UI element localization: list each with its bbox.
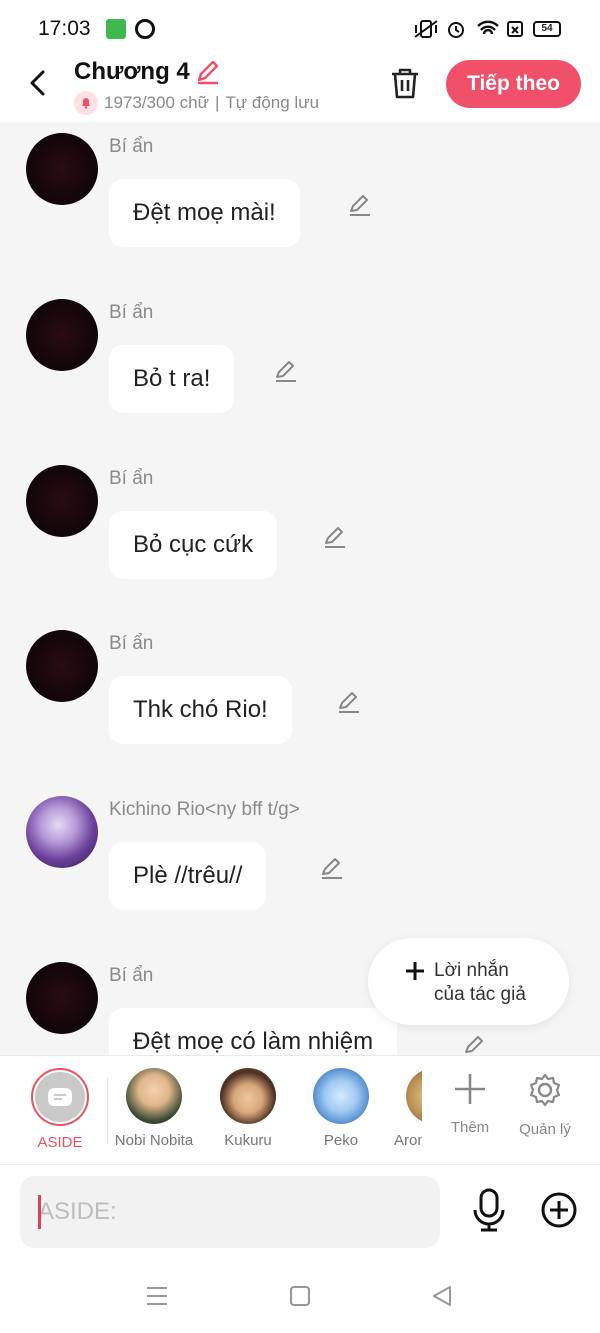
menu-icon[interactable] bbox=[146, 1285, 168, 1307]
edit-message-icon[interactable] bbox=[322, 524, 348, 550]
author-note-label-line2: của tác giả bbox=[434, 984, 526, 1005]
plus-icon bbox=[406, 962, 424, 980]
character-label: Peko bbox=[323, 1132, 359, 1149]
bell-icon bbox=[74, 91, 98, 115]
vibrate-icon bbox=[414, 20, 438, 38]
chat-area[interactable]: Bí ẩn Đệt moẹ mài! Bí ẩn Bỏ t ra! Bí ẩn … bbox=[0, 122, 600, 1055]
character-aron[interactable]: Aron bbox=[394, 1068, 422, 1149]
microphone-icon[interactable] bbox=[471, 1188, 507, 1232]
message-bubble[interactable]: Bỏ cục cứk bbox=[109, 511, 278, 579]
character-peko[interactable]: Peko bbox=[301, 1068, 381, 1149]
message-bubble[interactable]: Đệt moẹ mài! bbox=[109, 179, 300, 247]
divider bbox=[107, 1078, 108, 1144]
avatar bbox=[313, 1068, 369, 1124]
edit-message-icon[interactable] bbox=[336, 689, 362, 715]
character-label: Nobi Nobita bbox=[114, 1132, 194, 1149]
sender-name: Bí ẩn bbox=[109, 136, 154, 157]
author-note-label-line1: Lời nhắn bbox=[434, 960, 509, 981]
meta-separator: | bbox=[214, 93, 220, 112]
chapter-meta: 1973/300 chữ | Tự động lưu bbox=[74, 91, 319, 115]
battery-indicator: 54 bbox=[533, 21, 561, 37]
chat-bubble-icon bbox=[48, 1088, 72, 1106]
add-circle-icon[interactable] bbox=[540, 1191, 578, 1229]
composer-bar bbox=[0, 1165, 600, 1261]
character-nobita[interactable]: Nobi Nobita bbox=[112, 1068, 196, 1149]
edit-message-icon[interactable] bbox=[273, 358, 299, 384]
editor-header: Chương 4 1973/300 chữ | Tự động lưu Tiếp… bbox=[0, 58, 600, 122]
sender-name: Kichino Rio<ny bff t/g> bbox=[109, 799, 300, 820]
character-kukuru[interactable]: Kukuru bbox=[208, 1068, 288, 1149]
avatar[interactable] bbox=[26, 465, 98, 537]
sender-name: Bí ẩn bbox=[109, 965, 154, 986]
character-picker: ASIDE Nobi Nobita Kukuru Peko Aron Thêm … bbox=[0, 1055, 600, 1165]
add-character-button[interactable]: Thêm bbox=[440, 1072, 500, 1136]
character-aside[interactable]: ASIDE bbox=[20, 1068, 100, 1151]
aside-avatar bbox=[31, 1068, 89, 1126]
word-count: 1973/300 chữ bbox=[104, 93, 209, 112]
avatar[interactable] bbox=[26, 962, 98, 1034]
sender-name: Bí ẩn bbox=[109, 468, 154, 489]
gear-icon bbox=[529, 1073, 561, 1107]
back-triangle-icon[interactable] bbox=[431, 1285, 453, 1307]
avatar[interactable] bbox=[26, 630, 98, 702]
edit-title-icon[interactable] bbox=[194, 58, 222, 86]
manage-characters-button[interactable]: Quản lý bbox=[510, 1072, 580, 1138]
status-bar: 17:03 54 bbox=[0, 0, 600, 58]
next-button[interactable]: Tiếp theo bbox=[446, 60, 581, 108]
sender-name: Bí ẩn bbox=[109, 633, 154, 654]
avatar[interactable] bbox=[26, 796, 98, 868]
author-note-button[interactable]: Lời nhắn của tác giả bbox=[368, 938, 569, 1025]
autosave-status: Tự động lưu bbox=[225, 93, 320, 112]
edit-message-icon[interactable] bbox=[319, 855, 345, 881]
trash-icon[interactable] bbox=[389, 66, 421, 100]
avatar[interactable] bbox=[26, 299, 98, 371]
avatar bbox=[220, 1068, 276, 1124]
edit-message-icon[interactable] bbox=[347, 192, 373, 218]
app-notification-icon bbox=[106, 19, 126, 39]
home-square-icon[interactable] bbox=[289, 1285, 311, 1307]
system-nav-bar bbox=[0, 1261, 600, 1333]
character-label: Aron bbox=[394, 1132, 422, 1149]
chapter-title[interactable]: Chương 4 bbox=[74, 58, 190, 86]
sender-name: Bí ẩn bbox=[109, 302, 154, 323]
sim-icon bbox=[507, 21, 523, 37]
back-arrow-icon[interactable] bbox=[24, 68, 54, 98]
add-label: Thêm bbox=[450, 1119, 490, 1136]
message-bubble[interactable]: Thk chó Rio! bbox=[109, 676, 292, 744]
character-label: Kukuru bbox=[224, 1132, 272, 1149]
character-label: ASIDE bbox=[37, 1134, 83, 1151]
message-input[interactable] bbox=[20, 1176, 440, 1248]
message-bubble[interactable]: Bỏ t ra! bbox=[109, 345, 235, 413]
status-time: 17:03 bbox=[38, 17, 91, 40]
plus-icon bbox=[455, 1074, 485, 1104]
message-bubble[interactable]: Plè //trêu// bbox=[109, 842, 267, 910]
manage-label: Quản lý bbox=[519, 1121, 571, 1138]
alarm-icon bbox=[448, 22, 464, 38]
wifi-icon bbox=[477, 20, 499, 35]
avatar bbox=[406, 1068, 422, 1124]
message-bubble[interactable]: Đệt moẹ có làm nhiệm bbox=[109, 1008, 398, 1055]
pinterest-icon bbox=[135, 19, 155, 39]
avatar[interactable] bbox=[26, 133, 98, 205]
avatar bbox=[126, 1068, 182, 1124]
text-caret bbox=[38, 1195, 41, 1229]
edit-message-icon[interactable] bbox=[462, 1033, 488, 1055]
